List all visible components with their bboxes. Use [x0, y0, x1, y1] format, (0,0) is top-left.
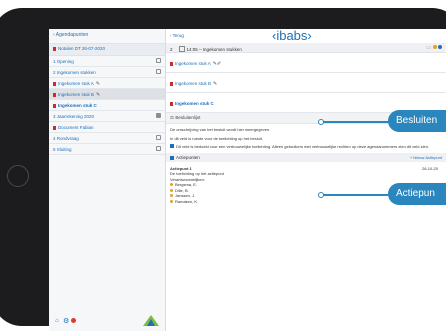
sidebar-item-label: 2 Ingekomen stukken: [53, 70, 96, 75]
new-action-button[interactable]: + Nieuw Actiepunt: [410, 155, 442, 160]
action-date: 26-10-20: [421, 165, 438, 171]
back-label: Terug: [172, 33, 184, 38]
meeting-title-label: Notulen DT 26-07-2020: [58, 46, 105, 51]
home-button[interactable]: [7, 165, 29, 187]
pdf-icon: [53, 126, 56, 130]
sidebar-item-label: Ingekomen stuk C: [58, 103, 97, 108]
header-icons: ▭: [426, 45, 442, 51]
sidebar: ‹ Agendapunten Notulen DT 26-07-2020 1 O…: [49, 29, 166, 331]
sidebar-footer: ⌂ ⚙: [49, 309, 165, 331]
agenda-item-header: 2 14:05 – Ingekomen stukken ▭: [166, 43, 446, 53]
person-icon: [170, 183, 173, 186]
sidebar-item-label: 3 Jaarrekening 2020: [53, 114, 95, 119]
agenda-number: 2: [170, 47, 173, 52]
person-icon: [170, 199, 173, 203]
callout-besluiten: Besluiten: [388, 110, 446, 132]
sidebar-back-label: Agendapunten: [55, 32, 89, 38]
pdf-icon: [53, 104, 56, 108]
sidebar-item-label: 4 Rondvraag: [53, 136, 79, 141]
pencil-icon: ✎: [213, 81, 218, 87]
pdf-icon: [170, 62, 173, 66]
app-screen: ‹ Agendapunten Notulen DT 26-07-2020 1 O…: [49, 29, 446, 331]
agenda-title: Ingekomen stukken: [202, 47, 242, 52]
user-icon[interactable]: [438, 45, 442, 49]
ibabs-logo-accent: [147, 319, 155, 326]
agenda-time: 14:05: [186, 47, 198, 52]
checkbox-icon[interactable]: [156, 69, 161, 74]
sidebar-back-link[interactable]: ‹ Agendapunten: [49, 29, 165, 43]
gavel-icon: ⚖: [170, 115, 175, 120]
sidebar-item-stuk-c[interactable]: Ingekomen stuk C: [49, 100, 165, 111]
top-bar: ‹ Terug ‹ibabs›: [166, 29, 446, 43]
confidential-note: Dit veld is bedoeld voor een vertrouweli…: [166, 144, 446, 150]
callout-actiepunten: Actiepun: [388, 183, 446, 205]
sidebar-item-stuk-a[interactable]: Ingekomen stuk A ✎: [49, 78, 165, 89]
pencil-icon: ✎: [95, 81, 100, 87]
person-icon: [170, 194, 173, 197]
actions-header-label: Actiepunten: [176, 154, 200, 160]
notification-icon[interactable]: [71, 318, 76, 323]
decision-explanation: In dit veld is ruimte voor de toelichtin…: [170, 135, 263, 141]
gear-icon[interactable]: ⚙: [63, 317, 69, 325]
actions-section-header: Actiepunten + Nieuw Actiepunt: [166, 152, 446, 162]
sidebar-item-label: Document Fabian: [58, 125, 94, 130]
sidebar-item-label: 5 Sluiting: [53, 147, 72, 152]
person-name: Bergsma, E.: [175, 182, 198, 187]
pdf-icon: [170, 102, 173, 106]
person-name: Janssen, J.: [175, 193, 196, 198]
home-icon[interactable]: ⌂: [55, 318, 59, 324]
attachment-item[interactable]: Ingekomen stuk B ✎: [166, 73, 446, 93]
confidential-note-text: Dit veld is bedoeld voor een vertrouweli…: [176, 144, 430, 149]
sidebar-item-ingekomen-stukken[interactable]: 2 Ingekomen stukken: [49, 67, 165, 78]
action-icon: [170, 155, 174, 160]
callout-line-besluiten: [321, 121, 393, 123]
person-icon: [170, 188, 173, 192]
sidebar-meeting-title[interactable]: Notulen DT 26-07-2020: [49, 43, 165, 56]
pdf-icon: [53, 82, 56, 86]
decision-header-label: Besluitenlijst: [175, 115, 201, 120]
sidebar-item-label: Ingekomen stuk A: [58, 81, 94, 86]
sidebar-item-opening[interactable]: 1 Opening: [49, 56, 165, 67]
lock-icon: [170, 144, 174, 148]
callout-dot-actiepunten: [318, 192, 324, 198]
pdf-icon: [170, 82, 173, 86]
person-name: Ramaken, K.: [175, 198, 199, 204]
sidebar-item-label: 1 Opening: [53, 59, 74, 64]
back-link[interactable]: ‹ Terug: [170, 33, 184, 38]
sidebar-item-jaarrekening[interactable]: 3 Jaarrekening 2020: [49, 111, 165, 122]
sidebar-item-stuk-b[interactable]: Ingekomen stuk B ✎: [49, 89, 165, 100]
attachment-label: Ingekomen stuk A: [175, 61, 211, 66]
pdf-icon: [53, 47, 56, 51]
checkbox-icon[interactable]: [156, 135, 161, 140]
callout-dot-besluiten: [318, 119, 324, 125]
sidebar-item-sluiting[interactable]: 5 Sluiting: [49, 144, 165, 155]
comment-icon[interactable]: [156, 113, 161, 118]
comment-icon[interactable]: ▭: [426, 45, 431, 51]
sidebar-item-label: Ingekomen stuk B: [58, 92, 95, 97]
checkbox-icon[interactable]: [156, 58, 161, 63]
attachment-label: Ingekomen stuk C: [175, 101, 214, 106]
sidebar-item-document-fabian[interactable]: Document Fabian: [49, 122, 165, 133]
checkbox-icon[interactable]: [156, 146, 161, 151]
annotation-icon[interactable]: [433, 45, 437, 49]
person-name: Dille, B.: [175, 187, 189, 193]
main-panel: ‹ Terug ‹ibabs› 2 14:05 – Ingekomen stukk…: [166, 29, 446, 331]
callout-line-actiepunten: [321, 194, 393, 196]
pencil-icon: ✎✐: [212, 61, 222, 67]
sidebar-item-rondvraag[interactable]: 4 Rondvraag: [49, 133, 165, 144]
attachment-item[interactable]: Ingekomen stuk A ✎✐: [166, 53, 446, 73]
pencil-icon: ✎: [96, 92, 101, 98]
attachment-label: Ingekomen stuk B: [175, 81, 212, 86]
pdf-icon: [53, 93, 56, 97]
brand-logo: ‹ibabs›: [272, 29, 312, 43]
checkbox-icon[interactable]: [178, 46, 185, 52]
